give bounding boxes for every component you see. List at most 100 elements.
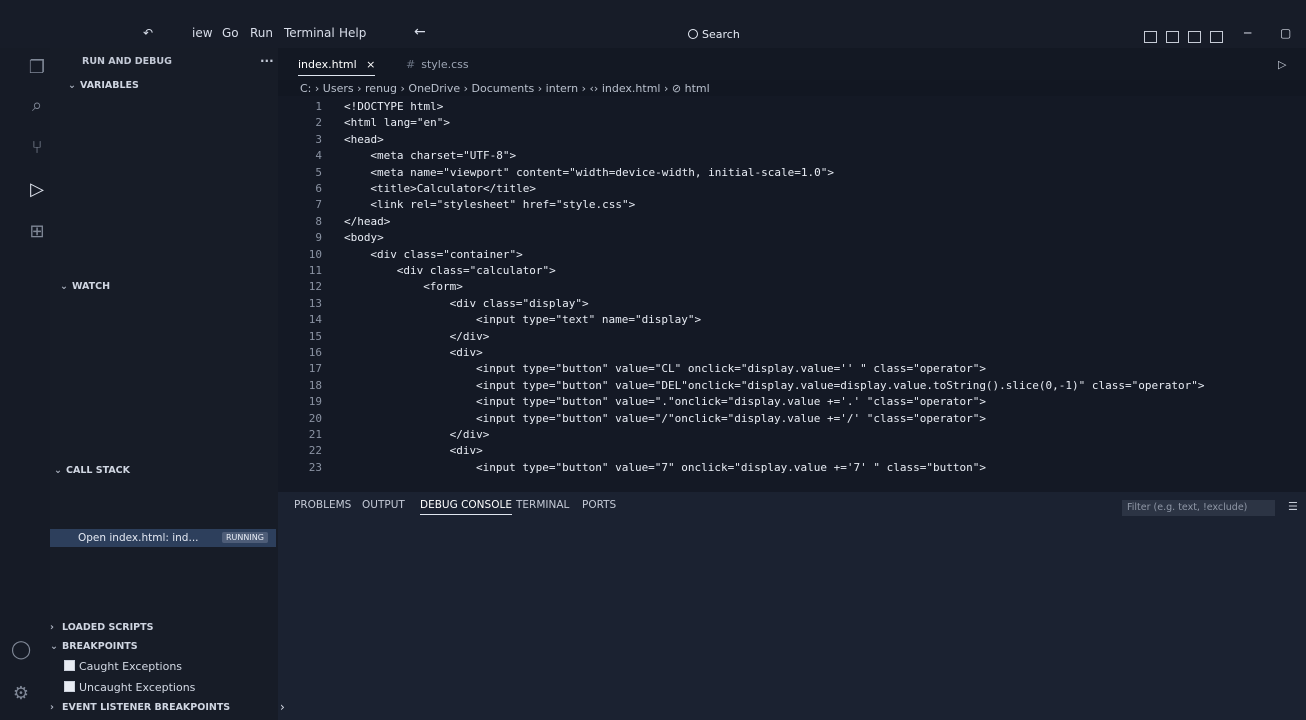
symbol-icon: ⊘ [671,82,682,95]
code-text: <body> [344,231,384,245]
tab-style-css[interactable]: # style.css [406,58,469,71]
line-number: 10 [308,247,322,261]
section-breakpoints[interactable]: ⌄ BREAKPOINTS [50,641,138,652]
code-text: <input type="button" value="."onclick="d… [476,395,986,409]
menu-terminal[interactable]: Terminal [284,26,335,40]
line-number: 14 [308,313,322,327]
line-number: 19 [308,395,322,409]
line-number: 7 [315,198,322,212]
code-text: <input type="button" value="/"onclick="d… [476,411,986,425]
toggle-panel-icon[interactable] [1166,31,1179,43]
tab-index-html[interactable]: index.html × [298,58,376,76]
back-arrow-icon[interactable]: ← [414,24,426,40]
code-text: <div class="display"> [449,296,589,310]
run-and-debug-icon[interactable]: ▷ [27,180,47,200]
code-text: <input type="button" value="CL" onclick=… [476,362,986,376]
tab-debug-console[interactable]: DEBUG CONSOLE [420,499,512,515]
line-number: 8 [315,214,322,228]
account-icon[interactable]: ◯ [11,640,31,660]
line-number: 21 [308,428,322,441]
line-number: 17 [308,362,322,376]
console-prompt[interactable]: › [280,700,285,714]
undo-icon[interactable]: ↶ [143,26,153,40]
search-label: Search [702,28,740,41]
code-text: <input type="text" name="display"> [476,313,702,327]
line-number: 11 [308,264,322,277]
toggle-sidebar-icon[interactable] [1144,31,1157,43]
line-number: 23 [308,460,322,474]
tab-ports[interactable]: PORTS [582,499,616,511]
code-editor[interactable]: 1 <!DOCTYPE html> 2 <html lang="en"> 3 <head>… [278,96,1306,492]
line-number: 20 [308,411,322,425]
line-number: 2 [315,116,322,130]
code-text: <html lang="en"> [344,116,450,130]
code-text: <div class="calculator"> [396,264,556,277]
caught-exceptions-checkbox[interactable]: Caught Exceptions [64,660,182,673]
customize-layout-icon[interactable] [1210,31,1223,43]
settings-gear-icon[interactable]: ⚙ [11,684,31,704]
code-text: </div> [449,329,490,343]
run-icon[interactable]: ▷ [1278,58,1286,71]
section-watch[interactable]: ⌄ WATCH [60,281,110,292]
code-text: <head> [344,132,384,146]
code-text: </div> [449,428,490,441]
section-variables[interactable]: ⌄ VARIABLES [68,80,139,91]
search-box[interactable]: Search [688,28,740,41]
code-text: <!DOCTYPE html> [344,100,444,113]
code-text: <meta charset="UTF-8"> [370,149,517,163]
code-text: <input type="button" value="7" onclick="… [476,460,986,474]
bottom-panel: PROBLEMS OUTPUT DEBUG CONSOLE TERMINAL P… [278,492,1306,720]
menu-help[interactable]: Help [339,26,366,40]
section-loaded-scripts[interactable]: › LOADED SCRIPTS [50,622,153,633]
breadcrumb: C: › Users › renug › OneDrive › Document… [300,82,710,95]
code-text: <form> [423,280,463,294]
line-number: 15 [308,329,322,343]
sidebar-title: RUN AND DEBUG [82,56,172,67]
filter-menu-icon[interactable]: ☰ [1288,500,1298,513]
filter-input[interactable]: Filter (e.g. text, !exclude) [1122,500,1275,516]
source-control-icon[interactable]: ⑂ [27,138,47,158]
code-text: <div> [449,346,483,359]
menu-run[interactable]: Run [250,26,273,40]
code-text: <link rel="stylesheet" href="style.css"> [370,198,636,212]
extensions-icon[interactable]: ⊞ [27,222,47,242]
tab-output[interactable]: OUTPUT [362,499,405,511]
call-stack-item[interactable]: Open index.html: ind... RUNNING [50,529,276,547]
editor-tabs: index.html × # style.css ▷ [278,48,1306,80]
explorer-icon[interactable]: ❐ [27,58,47,78]
search-icon [688,29,698,39]
status-badge: RUNNING [222,532,268,543]
search-icon[interactable]: ⌕ [27,96,47,116]
activity-bar: ❐ ⌕ ⑂ ▷ ⊞ ◯ ⚙ [0,48,50,720]
minimize-icon[interactable]: ─ [1244,26,1251,40]
line-number: 9 [315,231,322,245]
line-number: 5 [315,165,322,179]
html-file-icon: ‹› [589,82,599,95]
run-and-debug-sidebar: RUN AND DEBUG ··· ⌄ VARIABLES ⌄ WATCH ⌄ CAL… [50,48,278,720]
toggle-secondary-sidebar-icon[interactable] [1188,31,1201,43]
section-call-stack[interactable]: ⌄ CALL STACK [54,465,130,476]
line-number: 6 [315,182,322,195]
code-text: <div class="container"> [370,247,523,261]
line-number: 22 [308,444,322,458]
uncaught-exceptions-checkbox[interactable]: Uncaught Exceptions [64,681,195,694]
maximize-icon[interactable]: ▢ [1280,26,1291,40]
line-number: 18 [308,378,322,392]
title-bar: ↶ iew Go Run Terminal Help ← Search ─ ▢ [0,0,1306,48]
line-number: 12 [308,280,322,294]
more-actions-icon[interactable]: ··· [260,54,274,68]
line-number: 13 [308,296,322,310]
menu-view[interactable]: iew [192,26,213,40]
line-number: 3 [315,132,322,146]
tab-terminal[interactable]: TERMINAL [516,499,569,511]
tab-problems[interactable]: PROBLEMS [294,499,351,511]
code-text: <input type="button" value="DEL"onclick=… [476,378,1205,392]
line-number: 4 [315,149,322,163]
line-number: 16 [308,346,322,359]
close-icon[interactable]: × [366,58,375,71]
code-text: <meta name="viewport" content="width=dev… [370,165,834,179]
menu-go[interactable]: Go [222,26,239,40]
code-text: <title>Calculator</title> [370,182,536,195]
section-event-listener-breakpoints[interactable]: › EVENT LISTENER BREAKPOINTS [50,702,230,713]
code-text: </head> [344,214,391,228]
